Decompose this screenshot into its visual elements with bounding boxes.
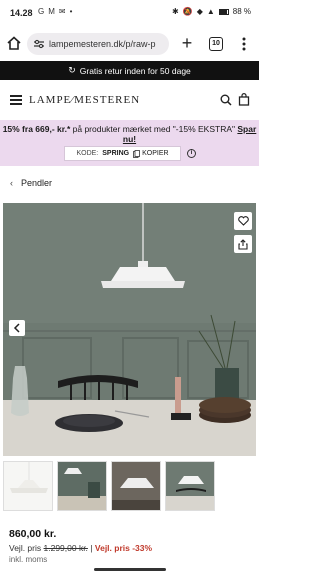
site-logo[interactable]: LAMPE⁄MESTEREN [29, 94, 140, 106]
copy-icon [133, 149, 140, 158]
system-icons: ✱ 🔕 ◆ ▲ 88 % [172, 7, 251, 16]
copy-code-button[interactable]: KOPIER [133, 149, 169, 158]
thumbnail-3[interactable] [111, 461, 161, 511]
discount-banner: 15% fra 669,- kr.* på produkter mærket m… [0, 120, 259, 166]
price-separator: | [90, 543, 93, 553]
discount-text: 15% fra 669,- kr.* på produkter mærket m… [0, 124, 259, 144]
thumbnail-1[interactable] [3, 461, 53, 511]
menu-icon[interactable] [10, 95, 22, 105]
recommended-price-label: Vejl. pris [9, 543, 42, 553]
chevron-left-icon [13, 323, 20, 333]
gesture-navigation-bar[interactable] [94, 568, 166, 571]
heart-icon [237, 216, 249, 226]
vat-note: inkl. moms [9, 555, 48, 564]
tab-switcher-button[interactable]: 10 [209, 37, 223, 51]
cart-icon[interactable] [238, 93, 250, 106]
bluetooth-icon: ✱ [172, 7, 179, 16]
code-label: KODE: [76, 150, 99, 157]
thumbnail-2[interactable] [57, 461, 107, 511]
breadcrumb-link[interactable]: Pendler [21, 178, 52, 188]
discount-code: SPRING [102, 150, 130, 157]
thumbnail-strip [3, 461, 256, 511]
product-main-image[interactable] [3, 203, 256, 456]
product-photo [3, 203, 256, 456]
refresh-icon: ↻ [68, 65, 76, 75]
new-tab-button[interactable]: + [178, 33, 196, 53]
search-icon[interactable] [220, 94, 232, 106]
browser-toolbar: lampemesteren.dk/p/raw-p + 10 [0, 26, 259, 62]
share-icon [238, 238, 248, 250]
thumbnail-4[interactable] [165, 461, 215, 511]
share-button[interactable] [234, 235, 252, 253]
site-header: LAMPE⁄MESTEREN [0, 80, 259, 120]
discount-amount: 15% fra 669,- kr.* [2, 124, 71, 134]
dot-icon: • [69, 7, 73, 16]
signal-icon: ▲ [206, 7, 215, 16]
notification-icons: G M ✉ • [38, 7, 72, 16]
home-icon[interactable] [6, 35, 22, 51]
previous-image-button[interactable] [9, 320, 25, 336]
discount-description: på produkter mærket med "-15% EKSTRA" [70, 124, 238, 134]
gmail-icon: M [48, 7, 55, 16]
google-icon: G [38, 7, 45, 16]
shipping-promo-text: Gratis retur inden for 50 dage [79, 65, 191, 76]
favorite-button[interactable] [234, 212, 252, 230]
site-settings-icon[interactable] [33, 38, 45, 50]
recommended-price: 1.299,00 kr. [43, 543, 88, 553]
chevron-left-icon: ‹ [10, 178, 13, 188]
copy-label: KOPIER [142, 150, 169, 157]
url-text: lampemesteren.dk/p/raw-p [49, 39, 156, 49]
breadcrumb[interactable]: ‹ Pendler [10, 178, 52, 188]
mail-icon: ✉ [58, 7, 66, 16]
product-price: 860,00 kr. [9, 528, 57, 540]
status-time: 14.28 [10, 8, 33, 18]
wifi-icon: ◆ [196, 7, 203, 16]
mute-icon: 🔕 [182, 7, 193, 16]
discount-percent: Vejl. pris -33% [94, 543, 153, 553]
battery-icon [218, 8, 229, 15]
battery-percent: 88 % [232, 7, 251, 16]
info-icon[interactable]: i [187, 149, 196, 158]
url-bar[interactable]: lampemesteren.dk/p/raw-p [27, 33, 169, 55]
shipping-promo-bar: ↻ Gratis retur inden for 50 dage [0, 61, 259, 80]
status-bar: 14.28 G M ✉ • ✱ 🔕 ◆ ▲ 88 % [0, 0, 259, 26]
discount-code-box: KODE: SPRING KOPIER [64, 146, 181, 161]
recommended-price-row: Vejl. pris 1.299,00 kr. | Vejl. pris -33… [9, 543, 152, 553]
more-menu-icon[interactable] [238, 35, 250, 53]
